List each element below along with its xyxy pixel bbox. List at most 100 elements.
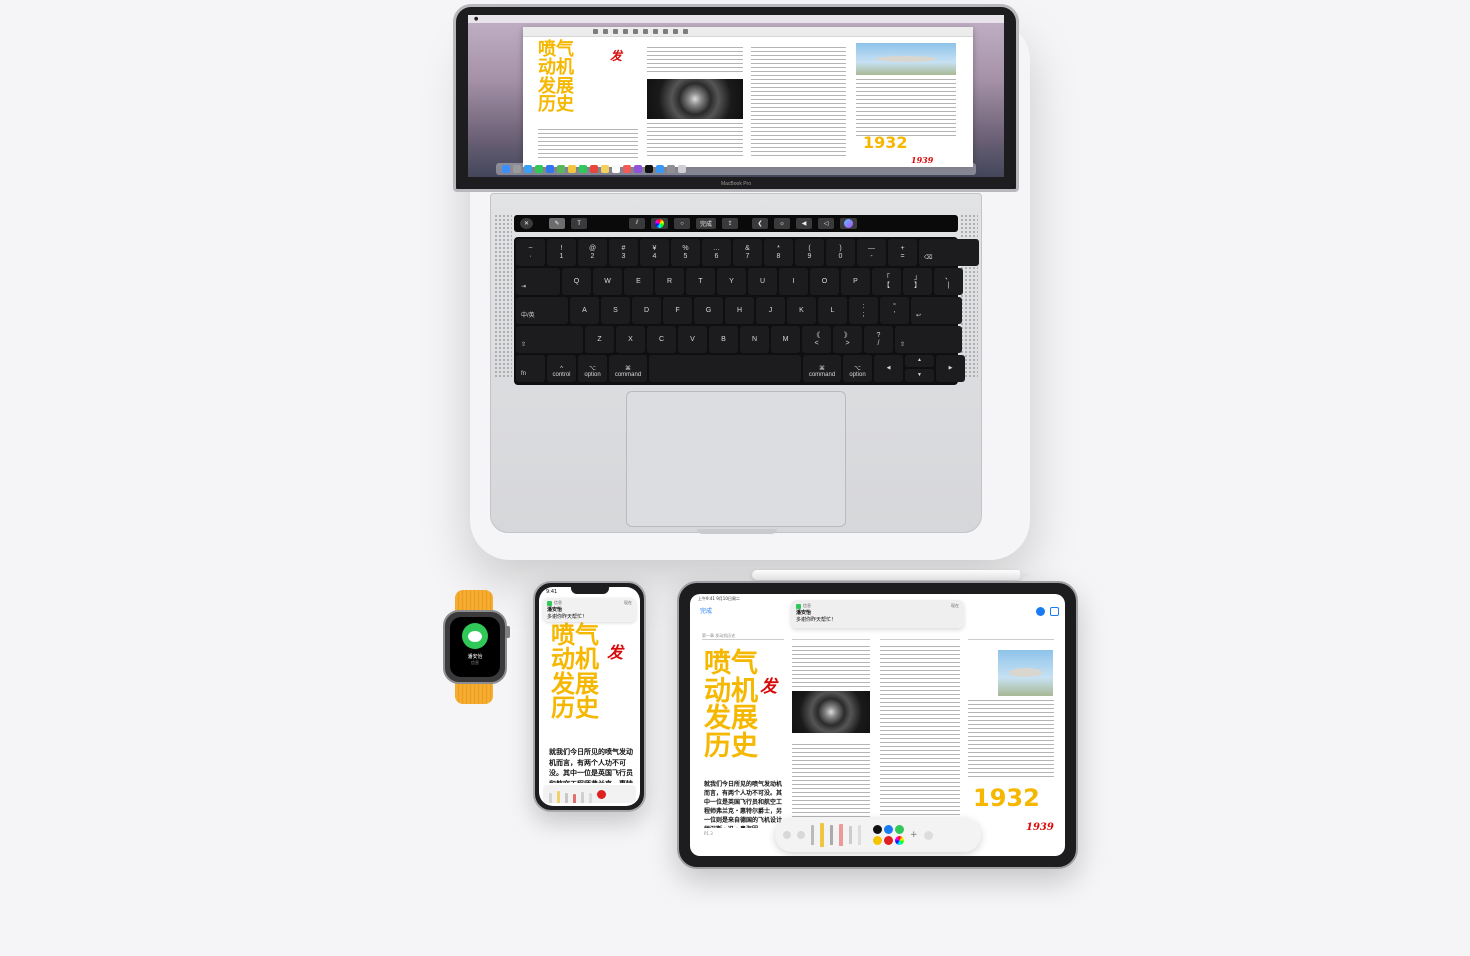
touchbar-text-icon[interactable]: T <box>571 218 588 229</box>
key-11[interactable]: — - <box>857 239 886 266</box>
reminders-icon[interactable] <box>612 165 620 173</box>
apple-icon[interactable]: ● <box>474 16 478 22</box>
key-10[interactable]: ) 0 <box>826 239 855 266</box>
key-d[interactable]: D <box>632 297 661 324</box>
messages-icon[interactable] <box>462 623 488 649</box>
share-icon[interactable] <box>1050 607 1059 616</box>
maps-icon[interactable] <box>557 165 565 173</box>
fn-key[interactable]: fn <box>516 355 545 382</box>
key-x[interactable]: X <box>616 326 645 353</box>
key-o[interactable]: O <box>810 268 839 295</box>
share-icon[interactable] <box>613 29 618 34</box>
punct-key-0[interactable]: :; <box>849 297 878 324</box>
touchbar-color-icon[interactable] <box>651 218 669 229</box>
key-12[interactable]: + = <box>888 239 917 266</box>
key-g[interactable]: G <box>694 297 723 324</box>
eraser-tool[interactable] <box>839 824 843 846</box>
add-icon[interactable]: + <box>910 830 918 840</box>
punct-key-1[interactable]: “' <box>880 297 909 324</box>
key-7[interactable]: & 7 <box>733 239 762 266</box>
tab-key[interactable]: ⇥ <box>516 268 560 295</box>
appstore-icon[interactable] <box>656 165 664 173</box>
iphone-notification[interactable]: 信息 现在 潘安怡 多谢你昨天帮忙！ <box>543 598 636 622</box>
ipad-notification[interactable]: 信息 现在 潘安怡 多谢你昨天帮忙！ <box>791 600 964 628</box>
color-red[interactable] <box>884 836 893 845</box>
control-key[interactable]: ^ control <box>547 355 576 382</box>
option-key[interactable]: ⌥ option <box>578 355 607 382</box>
pencil-tool[interactable] <box>830 825 833 845</box>
color-picker[interactable] <box>597 790 606 799</box>
trash-icon[interactable] <box>678 165 686 173</box>
key-l[interactable]: L <box>818 297 847 324</box>
touchbar-close-icon[interactable]: ✕ <box>520 218 534 229</box>
color-wheel-icon[interactable] <box>895 836 904 845</box>
ruler-tool[interactable] <box>589 793 592 803</box>
undo-icon[interactable] <box>783 831 791 839</box>
digital-crown[interactable] <box>505 626 510 638</box>
eraser-tool[interactable] <box>573 794 576 803</box>
pen-tool[interactable] <box>811 825 814 845</box>
markup-toggle-icon[interactable] <box>1036 607 1045 616</box>
caps-lock-key[interactable]: 中/英 <box>516 297 568 324</box>
trackpad[interactable] <box>626 391 846 527</box>
touchbar-brightness-icon[interactable]: ☼ <box>774 218 791 229</box>
key-j[interactable]: J <box>756 297 785 324</box>
key-t[interactable]: T <box>686 268 715 295</box>
safari-icon[interactable] <box>524 165 532 173</box>
command-key[interactable]: ⌘ command <box>609 355 647 382</box>
key-r[interactable]: R <box>655 268 684 295</box>
zoom-icon[interactable] <box>603 29 608 34</box>
notes-icon[interactable] <box>601 165 609 173</box>
launchpad-icon[interactable] <box>513 165 521 173</box>
sidebar-icon[interactable] <box>593 29 598 34</box>
key-h[interactable]: H <box>725 297 754 324</box>
arrow-up-key[interactable]: ▲ <box>905 355 934 367</box>
key-z[interactable]: Z <box>585 326 614 353</box>
punct-key-r4-1[interactable]: 》 > <box>833 326 862 353</box>
touchbar-volume-icon[interactable]: ◀ <box>796 218 813 229</box>
punct-key-r4-2[interactable]: ? / <box>864 326 893 353</box>
lasso-tool[interactable] <box>849 826 852 844</box>
shift-key-left[interactable]: ⇧ <box>516 326 583 353</box>
rotate-icon[interactable] <box>673 29 678 34</box>
key-9[interactable]: (9 <box>795 239 824 266</box>
key-8[interactable]: * 8 <box>764 239 793 266</box>
shape-icon[interactable] <box>633 29 638 34</box>
touchbar-siri-icon[interactable] <box>840 218 858 229</box>
key-m[interactable]: M <box>771 326 800 353</box>
touchbar-pen-icon[interactable]: ✎ <box>549 218 566 229</box>
key-1[interactable]: ! 1 <box>547 239 576 266</box>
bracket-key-2[interactable]: 、 | <box>934 268 963 295</box>
touchbar-shape-icon[interactable]: ○ <box>674 218 691 229</box>
photos-icon[interactable] <box>568 165 576 173</box>
marker-tool[interactable] <box>557 791 560 803</box>
touchbar-mute-icon[interactable]: ◁ <box>818 218 835 229</box>
key-v[interactable]: V <box>678 326 707 353</box>
delete-key[interactable]: ⌫ <box>919 239 979 266</box>
punct-key-r4-0[interactable]: 《 < <box>802 326 831 353</box>
key-4[interactable]: ¥4 <box>640 239 669 266</box>
color-black[interactable] <box>873 825 882 834</box>
key-w[interactable]: W <box>593 268 622 295</box>
key-b[interactable]: B <box>709 326 738 353</box>
bracket-key-0[interactable]: 「【 <box>872 268 901 295</box>
sign-icon[interactable] <box>653 29 658 34</box>
shift-key-right[interactable]: ⇧ <box>895 326 962 353</box>
arrow-left-key[interactable]: ◀ <box>874 355 903 382</box>
color-icon[interactable] <box>663 29 668 34</box>
key-c[interactable]: C <box>647 326 676 353</box>
key-y[interactable]: Y <box>717 268 746 295</box>
key-5[interactable]: % 5 <box>671 239 700 266</box>
touchbar-stroke-icon[interactable]: ⫽ <box>629 218 646 229</box>
command-key-right[interactable]: ⌘ command <box>803 355 841 382</box>
redo-icon[interactable] <box>797 831 805 839</box>
key-q[interactable]: Q <box>562 268 591 295</box>
key-2[interactable]: @2 <box>578 239 607 266</box>
text-icon[interactable] <box>643 29 648 34</box>
touchbar-done-button[interactable]: 完成 <box>696 218 717 229</box>
more-icon[interactable] <box>923 830 933 840</box>
touchbar-collapse-icon[interactable]: ❮ <box>752 218 769 229</box>
key-s[interactable]: S <box>601 297 630 324</box>
mail-icon[interactable] <box>546 165 554 173</box>
bracket-key-1[interactable]: 」】 <box>903 268 932 295</box>
